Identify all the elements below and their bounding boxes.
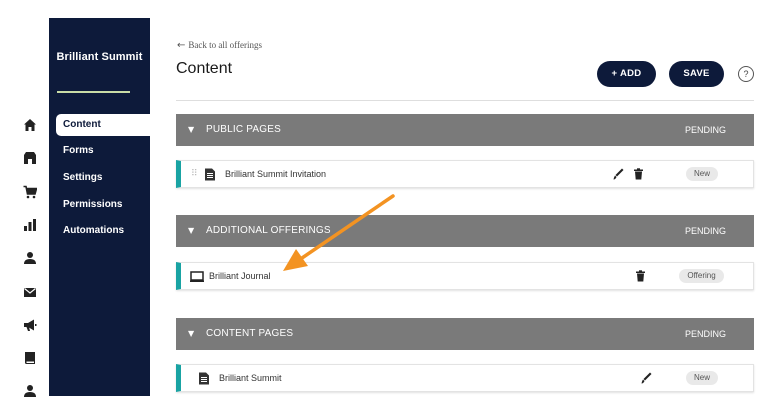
row-label[interactable]: Brilliant Summit Invitation xyxy=(225,169,326,179)
back-link-label: Back to all offerings xyxy=(188,40,262,50)
section-status: PENDING xyxy=(684,125,726,135)
page-title: Content xyxy=(176,60,233,77)
people-icon[interactable] xyxy=(23,384,37,398)
section-status: PENDING xyxy=(684,329,726,339)
back-link[interactable]: ← Back to all offerings xyxy=(177,40,262,51)
mail-icon[interactable] xyxy=(23,285,37,299)
laptop-icon xyxy=(190,270,204,283)
row-label[interactable]: Brilliant Summit xyxy=(219,373,282,383)
edit-pencil-icon[interactable] xyxy=(641,372,652,384)
nav-item-automations[interactable]: Automations xyxy=(49,220,150,242)
arrow-left-icon: ← xyxy=(177,40,186,51)
person-icon[interactable] xyxy=(23,251,37,265)
section-header-additional-offerings[interactable]: ▼ ADDITIONAL OFFERINGS PENDING xyxy=(176,215,754,247)
section-title: CONTENT PAGES xyxy=(206,328,294,339)
store-icon[interactable] xyxy=(23,151,37,165)
nav-item-forms[interactable]: Forms xyxy=(49,140,150,162)
header-divider xyxy=(176,100,754,101)
section-title: ADDITIONAL OFFERINGS xyxy=(206,225,331,236)
section-title: PUBLIC PAGES xyxy=(206,124,282,135)
trash-icon[interactable] xyxy=(635,270,646,282)
icon-rail xyxy=(12,0,49,418)
collapse-triangle-icon[interactable]: ▼ xyxy=(188,125,194,134)
megaphone-icon[interactable] xyxy=(23,318,37,332)
section-header-content-pages[interactable]: ▼ CONTENT PAGES PENDING xyxy=(176,318,754,350)
section-status: PENDING xyxy=(684,226,726,236)
edit-pencil-icon[interactable] xyxy=(613,168,624,180)
cart-icon[interactable] xyxy=(23,185,37,199)
content-row-invitation[interactable]: ⠿ Brilliant Summit Invitation New xyxy=(176,160,754,188)
row-label[interactable]: Brilliant Journal xyxy=(209,271,271,281)
status-badge: New xyxy=(686,167,718,181)
status-badge: New xyxy=(686,371,718,385)
content-row-journal[interactable]: Brilliant Journal Offering xyxy=(176,262,754,290)
trash-icon[interactable] xyxy=(633,168,644,180)
offering-title: Brilliant Summit xyxy=(56,51,143,63)
nav-item-content[interactable]: Content xyxy=(56,114,150,136)
nav-item-settings[interactable]: Settings xyxy=(49,167,150,189)
content-row-summit[interactable]: Brilliant Summit New xyxy=(176,364,754,392)
page-icon xyxy=(204,168,216,181)
book-icon[interactable] xyxy=(23,351,37,365)
offering-sidebar: Brilliant Summit Content Forms Settings … xyxy=(49,18,150,396)
nav-item-permissions[interactable]: Permissions xyxy=(49,194,150,216)
drag-handle-icon[interactable]: ⠿ xyxy=(191,169,198,179)
collapse-triangle-icon[interactable]: ▼ xyxy=(188,226,194,235)
section-header-public-pages[interactable]: ▼ PUBLIC PAGES PENDING xyxy=(176,114,754,146)
page-icon xyxy=(198,372,210,385)
bar-chart-icon[interactable] xyxy=(23,218,37,232)
home-icon[interactable] xyxy=(23,118,37,132)
title-underline xyxy=(57,91,130,93)
add-button[interactable]: + ADD xyxy=(597,61,656,87)
save-button[interactable]: SAVE xyxy=(669,61,724,87)
collapse-triangle-icon[interactable]: ▼ xyxy=(188,329,194,338)
help-icon[interactable]: ? xyxy=(738,66,754,82)
status-badge: Offering xyxy=(679,269,724,283)
